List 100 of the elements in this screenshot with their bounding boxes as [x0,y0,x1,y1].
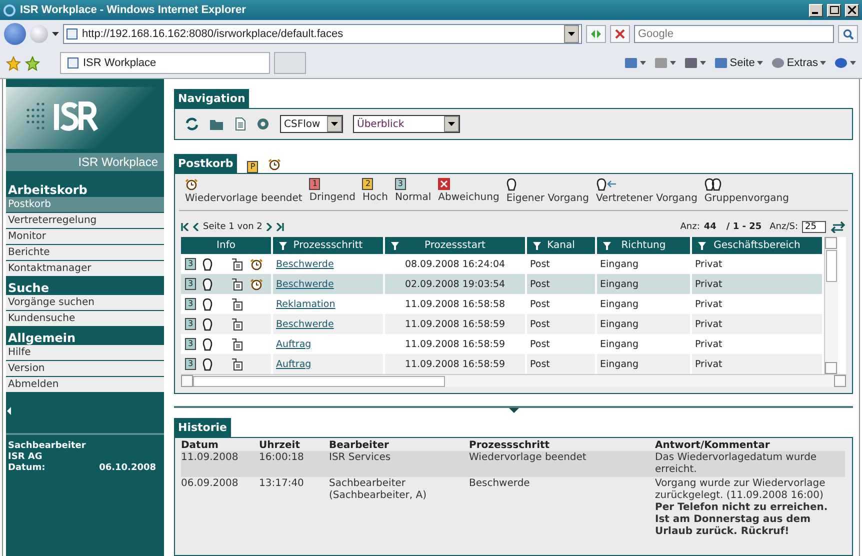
process-step-link[interactable]: Auftrag [276,338,312,350]
caret-icon[interactable] [820,61,826,65]
horizontal-scrollbar[interactable] [181,374,846,387]
close-icon[interactable] [848,6,856,14]
dropdown-button[interactable] [444,116,459,132]
date-label: Datum: [8,463,46,474]
previous-page-icon[interactable] [193,223,199,231]
filter-icon[interactable] [391,242,399,250]
tools-command-button[interactable]: Extras [770,56,826,70]
next-page-icon[interactable] [266,223,272,231]
folder-icon[interactable] [209,118,225,130]
sidebar-item[interactable]: Berichte [6,245,164,261]
filter-icon[interactable] [603,242,611,250]
person-icon [202,318,213,330]
address-field[interactable]: http://192.168.16.162:8080/isrworkplace/default.faces [63,24,582,44]
sidebar-item[interactable]: Vertreterregelung [6,213,164,229]
process-step-link[interactable]: Auftrag [276,358,312,370]
maximize-icon[interactable] [830,6,838,14]
add-favorite-icon[interactable] [25,56,40,70]
document-stack-icon [231,318,244,330]
person-icon [202,338,213,350]
search-field[interactable]: Google [634,25,834,43]
column-header[interactable]: Richtung [597,237,692,254]
column-header[interactable]: Prozessschritt [273,237,385,254]
scroll-thumb[interactable] [826,250,837,282]
view-dropdown[interactable]: Überblick [353,115,460,133]
maximize-button[interactable] [827,4,841,16]
column-header[interactable]: Kanal [527,237,597,254]
sidebar-item[interactable]: Vorgänge suchen [6,295,164,311]
caret-icon[interactable] [568,32,575,36]
collapse-icon[interactable] [7,407,11,415]
column-header[interactable]: Prozessstart [385,237,527,254]
process-step-link[interactable]: Reklamation [276,298,336,310]
column-header[interactable]: Info [181,237,273,254]
search-icon[interactable] [842,28,854,40]
column-header: Bearbeiter [329,440,390,451]
table-row[interactable]: 3 [181,354,273,374]
stop-icon[interactable] [615,29,625,39]
caret-icon[interactable] [52,32,59,36]
sidebar-item[interactable]: Version [6,361,164,377]
p-badge[interactable]: P [247,161,258,173]
caret-icon[interactable] [756,61,763,65]
caret-icon[interactable] [700,61,706,65]
caret-icon[interactable] [640,61,646,65]
minimize-button[interactable] [809,4,823,16]
swap-arrows-icon[interactable] [830,221,846,233]
section-title: Arbeitskorb [7,182,88,197]
scroll-right-button[interactable] [834,375,846,387]
dropdown-button[interactable] [564,25,579,43]
table-row[interactable]: 3 [181,274,273,294]
page-command-button[interactable]: Seite [714,56,763,70]
caret-icon[interactable] [331,122,338,126]
person-icon [202,358,213,370]
scroll-thumb[interactable] [193,376,445,386]
process-dropdown[interactable]: CSFlow [280,115,343,133]
page-indicator: Seite 1 von 2 [203,222,262,232]
sidebar-item[interactable]: Postkorb [6,197,164,213]
close-button[interactable] [845,4,859,16]
document-icon[interactable] [235,117,246,131]
feed-command-button[interactable] [654,56,676,70]
search-button[interactable] [838,25,858,43]
caret-icon[interactable] [670,61,676,65]
caret-icon[interactable] [448,122,455,126]
filter-icon[interactable] [279,242,287,250]
help-command-button[interactable] [834,56,856,70]
refresh-button[interactable] [586,25,606,43]
sidebar-item[interactable]: Hilfe [6,345,164,361]
priority-badge: 3 [394,178,406,190]
refresh-icon[interactable] [590,29,602,39]
process-step-link[interactable]: Beschwerde [276,258,334,270]
scroll-up-button[interactable] [825,237,837,249]
caret-icon[interactable] [850,61,856,65]
per-page-field[interactable]: 25 [802,221,826,233]
company-name: ISR AG [8,452,44,463]
person-icon [202,278,213,290]
splitter-handle-icon[interactable] [508,408,518,413]
dropdown-button[interactable] [327,116,342,132]
sidebar-item[interactable]: Monitor [6,229,164,245]
stop-button[interactable] [610,25,630,43]
settings-icon[interactable] [256,117,270,131]
star-icon[interactable] [6,56,21,70]
priority-badge: 3 [185,278,196,290]
print-command-button[interactable] [684,56,706,70]
home-command-button[interactable] [624,56,646,70]
first-page-icon[interactable] [181,223,189,231]
filter-icon[interactable] [698,242,706,250]
table-cell: Das Wiedervorlagedatum wurde erreicht. [655,451,845,477]
last-page-icon[interactable] [276,223,284,231]
column-header[interactable]: Geschäftsbereich [692,237,824,254]
browser-tab[interactable]: ISR Workplace [60,52,270,74]
scroll-left-button[interactable] [181,375,193,387]
scroll-down-button[interactable] [825,362,837,374]
sidebar-item[interactable]: Kontaktmanager [6,261,164,277]
sidebar-item[interactable]: Abmelden [6,377,164,393]
filter-icon[interactable] [533,242,541,250]
sidebar-item[interactable]: Kundensuche [6,311,164,327]
table-cell: Privat [692,354,824,374]
table-row[interactable]: 3 [181,314,273,334]
back-button[interactable] [4,23,26,45]
refresh-icon[interactable] [185,117,199,131]
